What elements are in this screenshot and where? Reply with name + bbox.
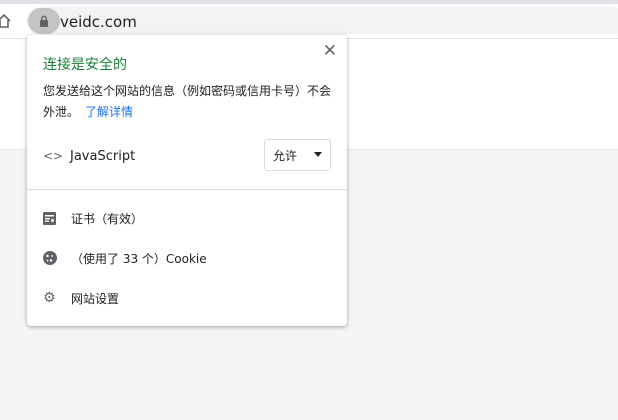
lock-icon[interactable] [28, 8, 60, 34]
code-icon: <> [43, 149, 64, 163]
cookie-icon [43, 251, 71, 265]
home-icon[interactable] [0, 13, 12, 29]
certificate-icon [43, 211, 71, 225]
site-info-popup: ✕ 连接是安全的 您发送给这个网站的信息（例如密码或信用卡号）不会外泄。 了解详情… [27, 35, 347, 326]
learn-more-link[interactable]: 了解详情 [85, 105, 133, 119]
connection-description: 您发送给这个网站的信息（例如密码或信用卡号）不会外泄。 了解详情 [43, 81, 338, 123]
javascript-setting-value: 允许 [273, 148, 298, 163]
cookie-item[interactable]: （使用了 33 个）Cookie [43, 248, 333, 268]
javascript-setting-select[interactable]: 允许 [264, 139, 331, 171]
gear-icon: ⚙ [43, 290, 56, 306]
cookie-label: （使用了 33 个）Cookie [71, 251, 207, 266]
certificate-item[interactable]: 证书（有效） [43, 208, 333, 228]
close-icon[interactable]: ✕ [323, 41, 337, 61]
browser-toolbar: veidc.com [0, 4, 618, 38]
url-text[interactable]: veidc.com [60, 13, 137, 31]
site-settings-label: 网站设置 [71, 291, 120, 306]
javascript-label: JavaScript [70, 148, 136, 164]
chevron-down-icon [314, 152, 322, 157]
certificate-label: 证书（有效） [71, 211, 144, 226]
site-settings-item[interactable]: ⚙ 网站设置 [43, 288, 333, 308]
connection-title: 连接是安全的 [43, 57, 127, 73]
divider [27, 189, 347, 190]
